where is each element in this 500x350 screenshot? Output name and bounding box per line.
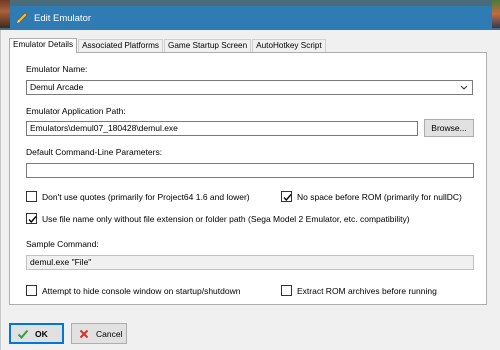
edit-emulator-dialog: Edit Emulator Emulator Details Associate… <box>0 0 500 350</box>
cancel-label: Cancel <box>96 328 123 339</box>
cancel-button[interactable]: Cancel <box>71 323 127 344</box>
checkmark-icon <box>17 329 29 339</box>
no-space-before-rom-label: No space before ROM (primarily for nullD… <box>297 191 462 202</box>
emulator-name-value: Demul Arcade <box>30 82 84 92</box>
file-name-only-checkbox[interactable]: Use file name only without file extensio… <box>26 213 410 224</box>
emulator-path-label: Emulator Application Path: <box>26 106 126 116</box>
tab-autohotkey-script[interactable]: AutoHotkey Script <box>252 39 326 52</box>
checkbox-box[interactable] <box>281 191 292 202</box>
window-title: Edit Emulator <box>34 12 92 24</box>
chevron-down-icon <box>460 85 468 90</box>
ok-button[interactable]: OK <box>9 323 64 344</box>
dont-use-quotes-checkbox[interactable]: Don't use quotes (primarily for Project6… <box>26 191 250 202</box>
tab-game-startup-screen[interactable]: Game Startup Screen <box>163 39 252 52</box>
no-space-before-rom-checkbox[interactable]: No space before ROM (primarily for nullD… <box>281 191 462 202</box>
extract-rom-checkbox[interactable]: Extract ROM archives before running <box>281 285 437 296</box>
command-line-params-input[interactable] <box>26 163 474 178</box>
emulator-name-combo[interactable]: Demul Arcade <box>26 80 473 95</box>
checkbox-box[interactable] <box>281 285 292 296</box>
command-line-params-label: Default Command-Line Parameters: <box>26 147 163 157</box>
ok-label: OK <box>35 328 48 339</box>
checkmark-icon <box>283 194 292 202</box>
extract-rom-label: Extract ROM archives before running <box>297 285 437 296</box>
tab-emulator-details[interactable]: Emulator Details <box>9 38 78 53</box>
emulator-details-panel: Emulator Name: Demul Arcade Emulator App… <box>9 52 487 305</box>
dialog-client-area: Emulator Details Associated Platforms Ga… <box>0 30 500 350</box>
emulator-path-input[interactable]: Emulators\demul07_180428\demul.exe <box>26 121 418 136</box>
hide-console-label: Attempt to hide console window on startu… <box>42 285 241 296</box>
dont-use-quotes-label: Don't use quotes (primarily for Project6… <box>42 191 250 202</box>
file-name-only-label: Use file name only without file extensio… <box>42 213 410 224</box>
checkbox-box[interactable] <box>26 213 37 224</box>
title-bar[interactable]: Edit Emulator <box>10 6 492 30</box>
cancel-icon <box>79 329 89 338</box>
pencil-icon <box>16 12 28 24</box>
browse-button[interactable]: Browse... <box>424 119 474 137</box>
sample-command-label: Sample Command: <box>26 239 99 249</box>
tab-associated-platforms[interactable]: Associated Platforms <box>78 39 163 52</box>
checkbox-box[interactable] <box>26 191 37 202</box>
tab-strip: Emulator Details Associated Platforms Ga… <box>9 38 327 53</box>
emulator-name-label: Emulator Name: <box>26 64 88 74</box>
hide-console-checkbox[interactable]: Attempt to hide console window on startu… <box>26 285 240 296</box>
checkmark-icon <box>28 216 37 224</box>
sample-command-value: demul.exe "File" <box>26 255 474 270</box>
checkbox-box[interactable] <box>26 285 37 296</box>
